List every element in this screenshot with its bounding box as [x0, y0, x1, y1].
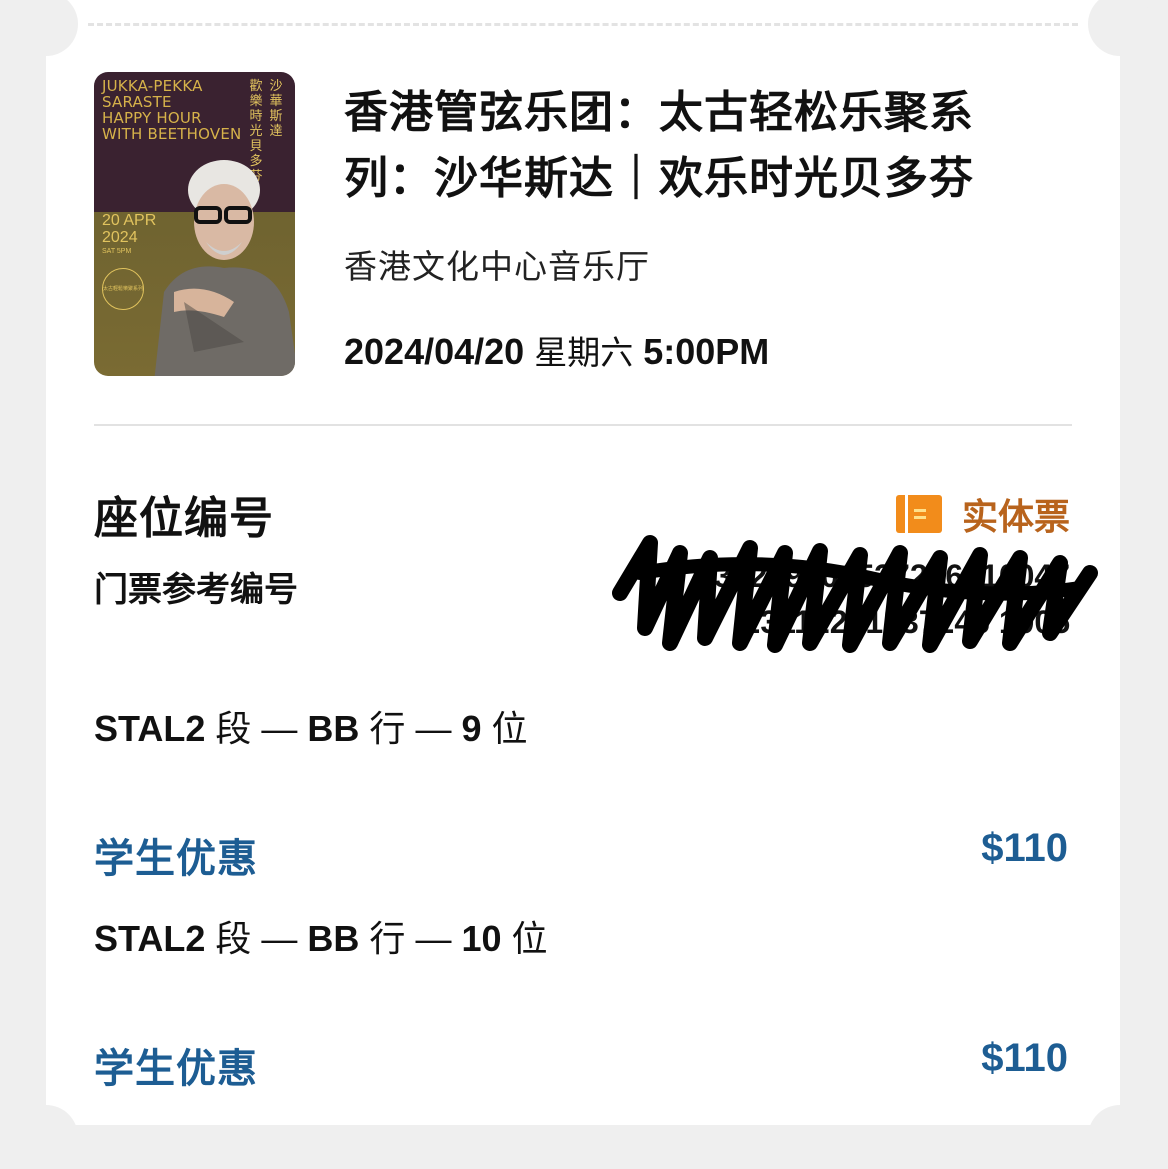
seat-number: 10 — [461, 918, 502, 959]
conductor-portrait — [154, 160, 295, 376]
seat-detail: STAL2 段 — BB 行 — 9 位 — [94, 700, 528, 752]
seat-number-unit: 位 — [491, 708, 528, 749]
seat-section: STAL2 — [94, 918, 206, 959]
event-weekday: 星期六 — [534, 334, 634, 371]
ticket-reference-number: 231229101537246010047 23112251537246 100… — [610, 535, 1098, 653]
event-title-line: 香港管弦乐团：太古轻松乐聚系 — [344, 88, 974, 137]
separator: — — [261, 708, 298, 749]
poster-title: JUKKA-PEKKA SARASTE HAPPY HOUR WITH BEET… — [102, 77, 242, 143]
ticket-icon — [895, 495, 942, 533]
seat-row: BB — [307, 918, 360, 959]
separator: — — [415, 918, 452, 959]
discount-type: 学生优惠 — [94, 1047, 258, 1091]
seat-row-unit: 行 — [369, 918, 406, 959]
seat-detail: STAL2 段 — BB 行 — 10 位 — [94, 910, 548, 962]
ticket-notch — [1088, 0, 1152, 56]
seat-section: STAL2 — [94, 708, 206, 749]
seat-section-unit: 段 — [215, 708, 252, 749]
seat-row-unit: 行 — [369, 708, 406, 749]
seat-number: 9 — [461, 708, 482, 749]
event-date: 2024/04/20 — [344, 331, 525, 372]
discount-type: 学生优惠 — [94, 837, 258, 881]
ticket-notch — [14, 1105, 78, 1169]
seat-number-heading: 座位编号 — [94, 494, 274, 543]
redaction-scribble — [612, 535, 1098, 653]
event-title-line: 列：沙华斯达｜欢乐时光贝多芬 — [344, 154, 974, 203]
separator: — — [415, 708, 452, 749]
poster-time: SAT 5PM — [102, 248, 132, 255]
seat-number-unit: 位 — [511, 918, 548, 959]
perforation-line — [88, 23, 1078, 26]
event-poster[interactable]: JUKKA-PEKKA SARASTE HAPPY HOUR WITH BEET… — [94, 72, 295, 376]
event-title: 香港管弦乐团：太古轻松乐聚系 列：沙华斯达｜欢乐时光贝多芬 — [344, 80, 1044, 212]
event-datetime: 2024/04/20 星期六 5:00PM — [344, 326, 769, 374]
poster-chinese-title: 沙 華 斯 達 — [269, 78, 283, 138]
seat-section-unit: 段 — [215, 918, 252, 959]
separator: — — [261, 918, 298, 959]
event-time: 5:00PM — [643, 331, 770, 372]
section-divider — [94, 424, 1072, 426]
ticket-notch — [14, 0, 78, 56]
ticket-price: $110 — [981, 826, 1068, 870]
seat-row: BB — [307, 708, 360, 749]
ticket-card: JUKKA-PEKKA SARASTE HAPPY HOUR WITH BEET… — [14, 0, 1152, 1169]
event-venue: 香港文化中心音乐厅 — [344, 248, 650, 285]
ticket-notch — [1088, 1105, 1152, 1169]
ticket-price: $110 — [981, 1036, 1068, 1080]
ticket-reference-label: 门票参考编号 — [94, 571, 298, 609]
